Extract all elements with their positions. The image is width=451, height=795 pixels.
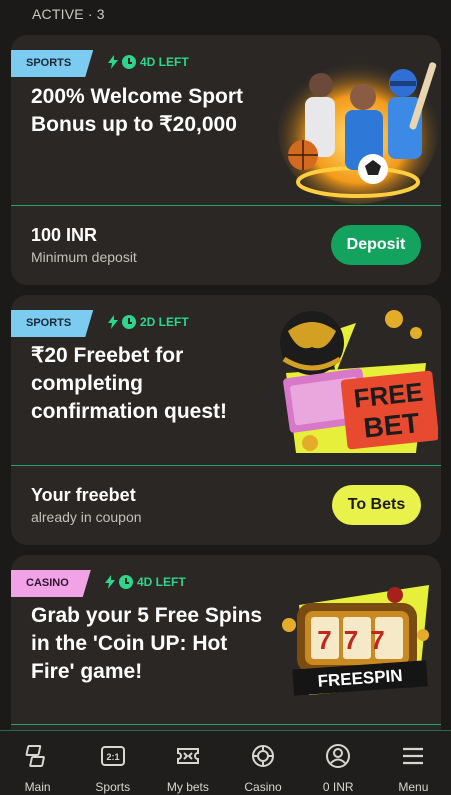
bonus-card-freebet[interactable]: SPORTS 2D LEFT ₹20 Freebet for completin… bbox=[11, 295, 441, 545]
bonus-title: ₹20 Freebet for completing confirmation … bbox=[31, 344, 228, 423]
time-left-text: 2D LEFT bbox=[140, 315, 189, 329]
freespin-slot-illustration: 777 FREESPIN bbox=[282, 585, 429, 696]
time-left-badge: 2D LEFT bbox=[108, 315, 189, 329]
ticket-icon bbox=[176, 748, 199, 764]
nav-label-my-bets: My bets bbox=[166, 780, 209, 794]
nav-label-menu: Menu bbox=[398, 780, 429, 794]
card-divider bbox=[11, 465, 441, 466]
time-left-text: 4D LEFT bbox=[140, 55, 189, 69]
casino-tag: CASINO bbox=[11, 570, 91, 597]
nav-item-my-bets[interactable]: My bets bbox=[150, 731, 225, 795]
lightning-icon bbox=[108, 315, 118, 329]
main-icon bbox=[25, 745, 45, 767]
nav-label-main: Main bbox=[24, 780, 51, 794]
active-count-header: ACTIVE · 3 bbox=[32, 6, 105, 22]
athletes-illustration bbox=[278, 60, 438, 204]
clock-icon bbox=[122, 55, 136, 69]
bottom-navigation: Main 2:1 Sports My bets Casino 0 INR Men… bbox=[0, 730, 451, 795]
bonus-card-welcome[interactable]: SPORTS 4D LEFT 200% Welcome Sport Bonus … bbox=[11, 35, 441, 285]
nav-item-menu[interactable]: Menu bbox=[376, 731, 451, 795]
bonus-title: Grab your 5 Free Spins in the 'Coin UP: … bbox=[31, 604, 263, 683]
lightning-icon bbox=[108, 55, 118, 69]
art-text-bet: BET bbox=[362, 407, 421, 444]
nav-label-casino: Casino bbox=[244, 780, 282, 794]
to-bets-button[interactable]: To Bets bbox=[332, 485, 421, 525]
time-left-badge: 4D LEFT bbox=[105, 575, 186, 589]
card-divider bbox=[11, 724, 441, 725]
minimum-deposit-label: Minimum deposit bbox=[31, 249, 137, 265]
time-left-text: 4D LEFT bbox=[137, 575, 186, 589]
nav-item-sports[interactable]: 2:1 Sports bbox=[75, 731, 150, 795]
reels-text: 777 bbox=[317, 625, 396, 655]
freebet-status: Your freebet bbox=[31, 485, 136, 505]
casino-chip-icon bbox=[252, 745, 275, 767]
deposit-button[interactable]: Deposit bbox=[331, 225, 421, 265]
freebet-status-sub: already in coupon bbox=[31, 509, 142, 525]
nav-item-balance[interactable]: 0 INR bbox=[301, 731, 376, 795]
freebet-illustration: FREE BET bbox=[280, 310, 438, 453]
sports-icon: 2:1 bbox=[100, 746, 125, 766]
clock-icon bbox=[119, 575, 133, 589]
time-left-badge: 4D LEFT bbox=[108, 55, 189, 69]
sports-tag: SPORTS bbox=[11, 310, 93, 337]
card-divider bbox=[11, 205, 441, 206]
nav-item-main[interactable]: Main bbox=[0, 731, 75, 795]
bonus-card-freespins[interactable]: CASINO 4D LEFT Grab your 5 Free Spins in… bbox=[11, 555, 441, 745]
lightning-icon bbox=[105, 575, 115, 589]
nav-item-casino[interactable]: Casino bbox=[226, 731, 301, 795]
menu-icon bbox=[403, 747, 424, 765]
bonus-title: 200% Welcome Sport Bonus up to ₹20,000 bbox=[31, 85, 244, 136]
clock-icon bbox=[122, 315, 136, 329]
sports-tag: SPORTS bbox=[11, 50, 93, 77]
sports-icon-text: 2:1 bbox=[106, 752, 119, 762]
nav-label-balance: 0 INR bbox=[322, 780, 354, 794]
minimum-deposit-amount: 100 INR bbox=[31, 225, 98, 245]
nav-label-sports: Sports bbox=[95, 780, 131, 794]
user-icon bbox=[326, 744, 351, 768]
